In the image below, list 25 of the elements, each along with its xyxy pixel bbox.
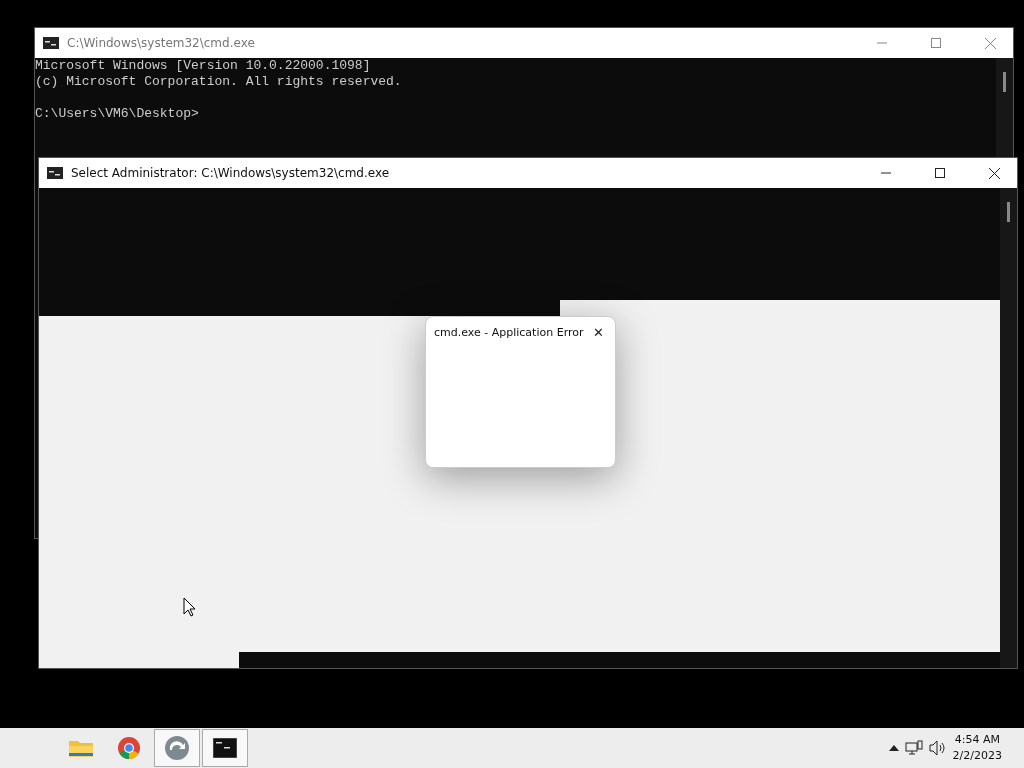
command-prompt: C:\Users\VM6\Desktop>: [35, 106, 199, 122]
terminal-icon: [43, 37, 59, 49]
scrollbar-thumb[interactable]: [1007, 202, 1010, 222]
speaker-icon[interactable]: [928, 740, 947, 756]
close-icon: [988, 167, 1000, 179]
close-icon: [984, 37, 996, 49]
maximize-icon: [931, 38, 941, 48]
network-icon[interactable]: [904, 740, 923, 756]
console-line: Microsoft Windows [Version 10.0.22000.1098]: [35, 58, 371, 74]
dialog-title: cmd.exe - Application Error: [434, 325, 585, 339]
console-line: (c) Microsoft Corporation. All rights reserved.: [35, 74, 402, 90]
taskbar-button[interactable]: [202, 729, 248, 767]
window-title: C:\Windows\system32\cmd.exe: [67, 36, 256, 50]
terminal-icon: [47, 167, 63, 179]
browser-icon: [117, 736, 141, 760]
terminal-icon: [213, 738, 237, 758]
close-button[interactable]: ✕: [587, 323, 609, 341]
folder-icon: [68, 738, 94, 758]
pointer-icon: [183, 597, 196, 617]
clock-time: 4:54 AM: [954, 732, 1000, 748]
clock-date: 2/2/2023: [952, 748, 1002, 764]
chevron-up-icon[interactable]: [888, 745, 899, 751]
window-title: Select Administrator: C:\Windows\system32\cmd.exe: [71, 166, 391, 180]
clock[interactable]: 4:54 AM 2/2/2023: [952, 732, 1002, 764]
maximize-icon: [935, 168, 945, 178]
